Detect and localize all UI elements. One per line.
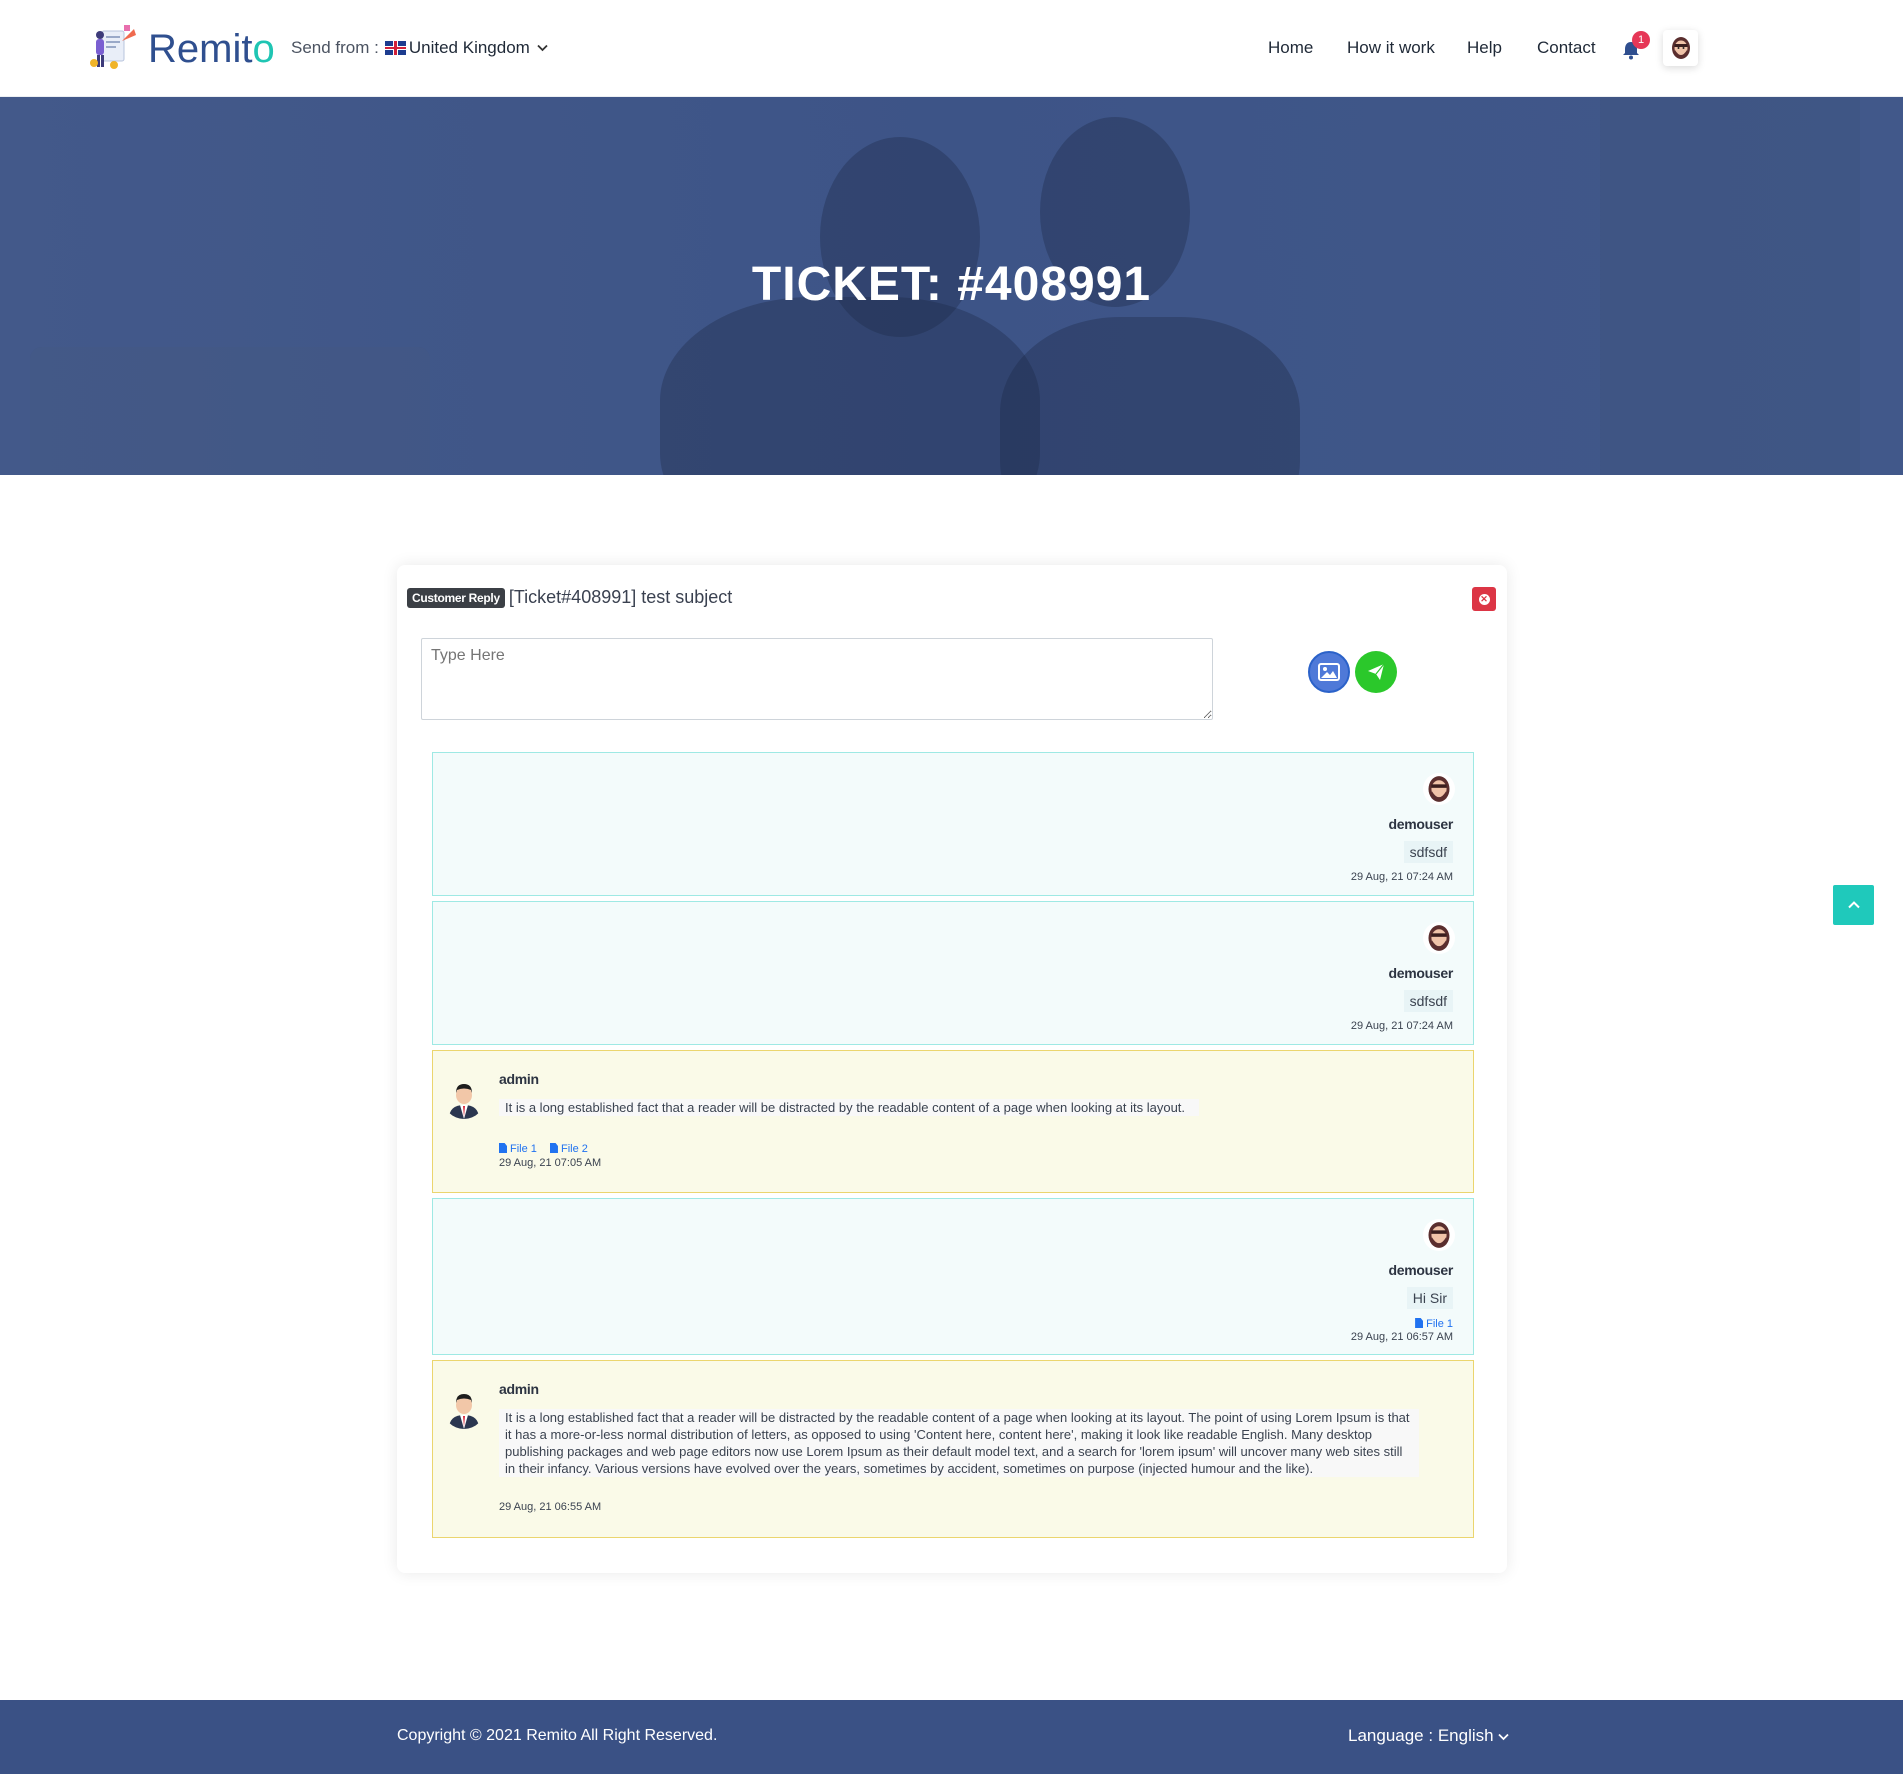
file-icon — [499, 1143, 507, 1153]
ticket-card: Customer Reply [Ticket#408991] test subj… — [397, 565, 1507, 1573]
nav-how-it-work[interactable]: How it work — [1347, 38, 1435, 58]
message-item: demouser sdfsdf 29 Aug, 21 07:24 AM — [432, 901, 1474, 1045]
chevron-down-icon — [537, 41, 548, 55]
attachment-link[interactable]: File 2 — [549, 1143, 588, 1155]
message-time: 29 Aug, 21 06:57 AM — [1350, 1331, 1453, 1343]
message-item: demouser Hi Sir File 1 29 Aug, 21 06:57 … — [432, 1198, 1474, 1355]
message-author: admin — [499, 1381, 539, 1397]
language-selector[interactable]: Language : English — [1348, 1726, 1509, 1746]
send-from-selector[interactable]: Send from : United Kingdom — [291, 38, 548, 58]
admin-avatar — [443, 1077, 485, 1119]
image-icon — [1318, 663, 1340, 681]
message-item: demouser sdfsdf 29 Aug, 21 07:24 AM — [432, 752, 1474, 896]
notification-badge: 1 — [1632, 31, 1650, 49]
attachment-link[interactable]: File 1 — [1415, 1318, 1453, 1330]
message-text: It is a long established fact that a rea… — [499, 1409, 1419, 1477]
nav-help[interactable]: Help — [1467, 38, 1502, 58]
message-author: demouser — [1388, 965, 1453, 981]
attachment-link[interactable]: File 1 — [499, 1143, 537, 1155]
attach-image-button[interactable] — [1308, 651, 1350, 693]
status-badge: Customer Reply — [407, 587, 505, 608]
message-time: 29 Aug, 21 06:55 AM — [499, 1501, 602, 1513]
nav-contact[interactable]: Contact — [1537, 38, 1596, 58]
message-time: 29 Aug, 21 07:24 AM — [1350, 871, 1453, 883]
message-text: It is a long established fact that a rea… — [499, 1099, 1199, 1116]
message-time: 29 Aug, 21 07:24 AM — [1350, 1020, 1453, 1032]
message-author: demouser — [1388, 816, 1453, 832]
paper-plane-icon — [1368, 663, 1385, 680]
logo-text: Remito — [148, 26, 275, 71]
message-item: admin It is a long established fact that… — [432, 1050, 1474, 1193]
ticket-subject: [Ticket#408991] test subject — [508, 587, 733, 607]
user-avatar — [1423, 922, 1455, 954]
language-value: English — [1437, 1726, 1494, 1745]
page-hero-banner: TICKET: #408991 — [0, 97, 1903, 475]
user-avatar — [1423, 1219, 1455, 1251]
site-footer: Copyright © 2021 Remito All Right Reserv… — [0, 1700, 1903, 1774]
message-author: demouser — [1388, 1262, 1453, 1278]
message-text: sdfsdf — [1403, 841, 1453, 863]
reply-input[interactable] — [421, 638, 1213, 720]
logo-icon — [88, 21, 144, 77]
send-from-country: United Kingdom — [408, 38, 530, 57]
user-avatar-icon — [1671, 37, 1690, 59]
attachment-list: File 1 File 2 — [499, 1143, 598, 1155]
copyright-text: Copyright © 2021 Remito All Right Reserv… — [397, 1727, 718, 1744]
message-text: sdfsdf — [1403, 990, 1453, 1012]
close-ticket-button[interactable]: ✕ — [1472, 587, 1496, 611]
site-header: Remito Send from : United Kingdom Home H… — [0, 0, 1903, 97]
send-from-label: Send from : — [291, 38, 379, 57]
language-label: Language : — [1348, 1726, 1434, 1745]
send-reply-button[interactable] — [1355, 651, 1397, 693]
user-avatar — [1423, 773, 1455, 805]
ticket-header: Customer Reply [Ticket#408991] test subj… — [407, 587, 732, 608]
page-title: TICKET: #408991 — [751, 258, 1152, 311]
file-icon — [1415, 1318, 1424, 1328]
scroll-to-top-button[interactable] — [1833, 885, 1874, 925]
message-author: admin — [499, 1071, 539, 1087]
nav-home[interactable]: Home — [1268, 38, 1313, 58]
message-text: Hi Sir — [1406, 1287, 1453, 1309]
logo[interactable]: Remito — [88, 21, 275, 77]
message-item: admin It is a long established fact that… — [432, 1360, 1474, 1538]
file-icon — [549, 1143, 558, 1153]
message-time: 29 Aug, 21 07:05 AM — [499, 1157, 602, 1169]
admin-avatar — [443, 1387, 485, 1429]
chevron-up-icon — [1847, 901, 1860, 909]
close-icon: ✕ — [1478, 593, 1490, 605]
chevron-down-icon — [1498, 1726, 1509, 1745]
user-avatar-button[interactable] — [1663, 30, 1698, 66]
uk-flag-icon — [384, 41, 406, 55]
